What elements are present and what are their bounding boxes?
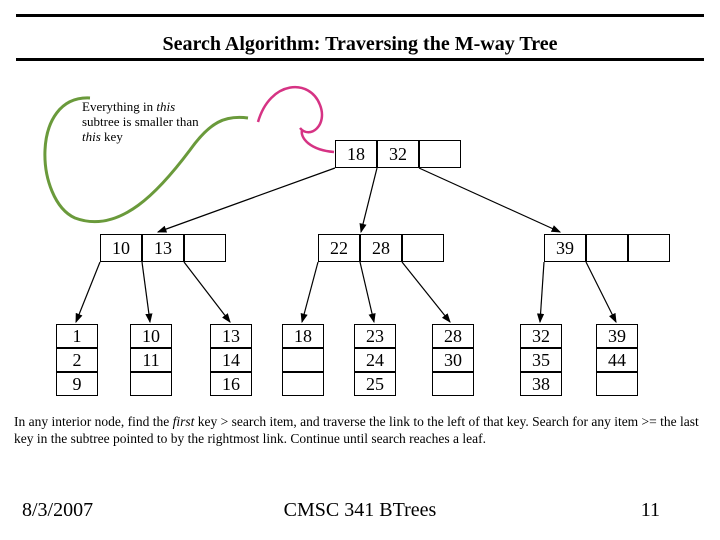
empty-cell [184,234,226,262]
key-cell: 39 [544,234,586,262]
empty-cell [628,234,670,262]
top-rule [16,14,704,17]
leaf-empty [282,348,324,372]
leaf-key: 18 [282,324,324,348]
empty-cell [402,234,444,262]
leaf-key: 1 [56,324,98,348]
mid-node-1: 22 28 [318,234,444,262]
footer-page-number: 11 [641,499,660,522]
mid-node-0: 10 13 [100,234,226,262]
key-cell: 32 [377,140,419,168]
root-node: 18 32 [335,140,461,168]
leaf-key: 11 [130,348,172,372]
key-cell: 18 [335,140,377,168]
leaf-key: 24 [354,348,396,372]
key-cell: 28 [360,234,402,262]
leaf-key: 9 [56,372,98,396]
leaf-key: 44 [596,348,638,372]
leaf-key: 10 [130,324,172,348]
leaf-empty [596,372,638,396]
curve-overlay [0,0,720,540]
page-title: Search Algorithm: Traversing the M-way T… [0,33,720,56]
leaf-key: 23 [354,324,396,348]
empty-cell [419,140,461,168]
leaf-0: 1 2 9 [56,324,98,396]
leaf-empty [282,372,324,396]
under-title-rule [16,58,704,61]
key-cell: 22 [318,234,360,262]
leaf-5: 28 30 [432,324,474,396]
leaf-key: 13 [210,324,252,348]
mid-node-2: 39 [544,234,670,262]
leaf-key: 28 [432,324,474,348]
leaf-key: 35 [520,348,562,372]
leaf-6: 32 35 38 [520,324,562,396]
key-cell: 13 [142,234,184,262]
leaf-key: 32 [520,324,562,348]
subtree-annotation: Everything in this subtree is smaller th… [82,100,242,145]
leaf-key: 25 [354,372,396,396]
leaf-empty [432,372,474,396]
leaf-empty [130,372,172,396]
leaf-4: 23 24 25 [354,324,396,396]
leaf-3: 18 [282,324,324,396]
key-cell: 10 [100,234,142,262]
leaf-key: 39 [596,324,638,348]
leaf-key: 30 [432,348,474,372]
leaf-key: 16 [210,372,252,396]
empty-cell [586,234,628,262]
leaf-1: 10 11 [130,324,172,396]
explanation-text: In any interior node, find the first key… [14,414,706,448]
leaf-key: 38 [520,372,562,396]
leaf-7: 39 44 [596,324,638,396]
leaf-key: 2 [56,348,98,372]
leaf-key: 14 [210,348,252,372]
footer-course: CMSC 341 BTrees [0,499,720,522]
leaf-2: 13 14 16 [210,324,252,396]
